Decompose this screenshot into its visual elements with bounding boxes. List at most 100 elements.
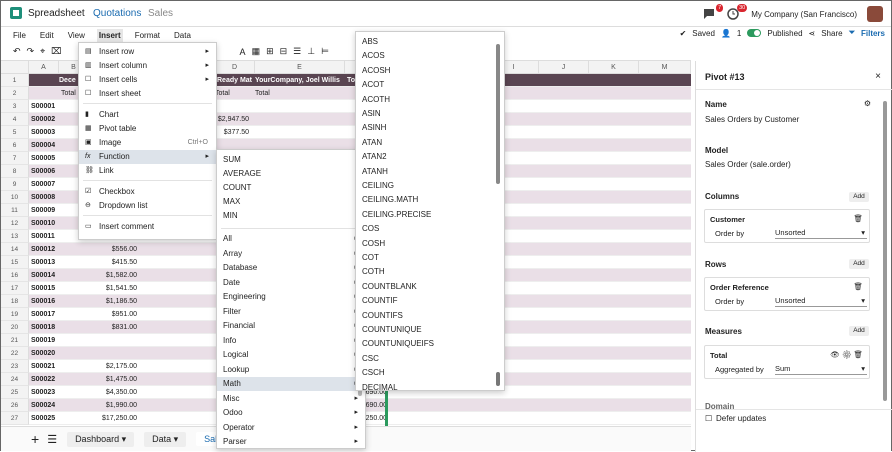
math-function-item[interactable]: ACOSH: [356, 64, 504, 78]
function-category-date[interactable]: Date▸: [217, 276, 365, 290]
function-category-misc[interactable]: Misc ▸: [217, 392, 365, 406]
function-category-parser[interactable]: Parser ▸: [217, 435, 365, 449]
row-header[interactable]: 4: [1, 113, 29, 126]
order-ref-cell[interactable]: S00024: [31, 399, 55, 412]
order-ref-cell[interactable]: S00021: [31, 360, 55, 373]
value-cell[interactable]: $1,186.50: [59, 295, 137, 308]
col-header-j[interactable]: J: [539, 61, 589, 74]
math-list-scroll-thumb[interactable]: [496, 372, 500, 386]
function-item[interactable]: MIN: [217, 209, 365, 223]
order-ref-cell[interactable]: S00001: [31, 100, 55, 113]
math-function-item[interactable]: ATAN2: [356, 150, 504, 164]
order-ref-cell[interactable]: S00017: [31, 308, 55, 321]
math-function-item[interactable]: CSCH: [356, 366, 504, 380]
math-function-item[interactable]: CEILING.MATH: [356, 193, 504, 207]
value-cell[interactable]: [59, 347, 137, 360]
paint-format-icon[interactable]: ⌖: [40, 46, 45, 57]
row-header[interactable]: 25: [1, 386, 29, 399]
menu-format[interactable]: Format: [133, 29, 162, 42]
trash-icon[interactable]: 🗑: [853, 214, 863, 223]
col-header-k[interactable]: K: [589, 61, 639, 74]
menu-item-image[interactable]: ▣ Image Ctrl+O: [79, 136, 216, 150]
row-header[interactable]: 5: [1, 126, 29, 139]
order-ref-cell[interactable]: S00022: [31, 373, 55, 386]
row-header[interactable]: 18: [1, 295, 29, 308]
value-cell[interactable]: 690.00: [363, 399, 387, 412]
function-category-math[interactable]: Math▸: [217, 377, 365, 391]
menu-item-pivot-table[interactable]: ▦ Pivot table: [79, 122, 216, 136]
math-function-item[interactable]: CEILING.PRECISE: [356, 208, 504, 222]
defer-checkbox[interactable]: ☐: [705, 414, 712, 423]
add-column-button[interactable]: Add: [849, 192, 869, 202]
order-ref-cell[interactable]: S00018: [31, 321, 55, 334]
function-item[interactable]: AVERAGE: [217, 167, 365, 181]
row-header[interactable]: 23: [1, 360, 29, 373]
order-ref-cell[interactable]: S00013: [31, 256, 55, 269]
function-category-all[interactable]: All▸: [217, 232, 365, 246]
col-header-a[interactable]: A: [29, 61, 59, 74]
value-cell[interactable]: $1,541.50: [59, 282, 137, 295]
tab-dashboard[interactable]: Dashboard ▾: [67, 431, 135, 447]
math-function-item[interactable]: CSC: [356, 352, 504, 366]
menu-file[interactable]: File: [11, 29, 28, 42]
row-header[interactable]: 7: [1, 152, 29, 165]
math-function-item[interactable]: COSH: [356, 237, 504, 251]
math-list-scrollbar[interactable]: [496, 44, 500, 184]
math-function-item[interactable]: ACOT: [356, 78, 504, 92]
menu-item-insert-cells[interactable]: ☐ Insert cells ▸: [79, 73, 216, 87]
order-ref-cell[interactable]: S00008: [31, 191, 55, 204]
row-header[interactable]: 13: [1, 230, 29, 243]
row-header[interactable]: 19: [1, 308, 29, 321]
menu-item-insert-sheet[interactable]: ☐ Insert sheet: [79, 87, 216, 101]
math-function-item[interactable]: ASIN: [356, 107, 504, 121]
menu-item-function[interactable]: fx Function ▸: [79, 150, 216, 164]
text-color-icon[interactable]: A: [240, 47, 246, 57]
pivot-name-value[interactable]: Sales Orders by Customer: [705, 115, 799, 124]
math-function-item[interactable]: COTH: [356, 265, 504, 279]
merge-icon[interactable]: ⊟: [280, 46, 288, 57]
header-cell[interactable]: Dece: [59, 74, 76, 87]
math-function-item[interactable]: ATAN: [356, 136, 504, 150]
function-category-engineering[interactable]: Engineering▸: [217, 290, 365, 304]
math-function-item[interactable]: COUNTBLANK: [356, 280, 504, 294]
value-cell[interactable]: $4,350.00: [59, 386, 137, 399]
row-header[interactable]: 9: [1, 178, 29, 191]
order-ref-cell[interactable]: S00023: [31, 386, 55, 399]
order-ref-cell[interactable]: S00011: [31, 230, 55, 243]
company-switcher[interactable]: My Company (San Francisco): [751, 10, 857, 19]
user-avatar[interactable]: [867, 6, 883, 22]
value-cell[interactable]: $2,947.50: [215, 113, 249, 126]
math-function-item[interactable]: ACOS: [356, 49, 504, 63]
math-function-item[interactable]: COS: [356, 222, 504, 236]
function-category-filter[interactable]: Filter▸: [217, 305, 365, 319]
add-sheet-icon[interactable]: +: [31, 431, 39, 447]
function-item[interactable]: SUM: [217, 153, 365, 167]
row-header[interactable]: 12: [1, 217, 29, 230]
value-cell[interactable]: $415.50: [59, 256, 137, 269]
share-button[interactable]: Share: [821, 29, 842, 38]
math-function-item[interactable]: ASINH: [356, 121, 504, 135]
function-category-lookup[interactable]: Lookup▸: [217, 363, 365, 377]
menu-insert[interactable]: Insert: [96, 28, 123, 42]
corner-cell[interactable]: [1, 61, 29, 74]
order-ref-cell[interactable]: S00025: [31, 412, 55, 425]
math-function-item[interactable]: ATANH: [356, 165, 504, 179]
value-cell[interactable]: $2,175.00: [59, 360, 137, 373]
subheader-cell[interactable]: Total: [215, 87, 230, 100]
row-header[interactable]: 3: [1, 100, 29, 113]
wrap-icon[interactable]: ⊨: [321, 46, 329, 57]
menu-edit[interactable]: Edit: [38, 29, 56, 42]
filters-button[interactable]: Filters: [861, 29, 885, 38]
function-item[interactable]: MAX: [217, 195, 365, 209]
menu-item-insert-row[interactable]: ▤ Insert row ▸: [79, 45, 216, 59]
math-function-item[interactable]: CEILING: [356, 179, 504, 193]
math-function-item[interactable]: COUNTIF: [356, 294, 504, 308]
add-row-button[interactable]: Add: [849, 259, 869, 269]
order-by-select[interactable]: Unsorted ▾: [775, 296, 867, 307]
value-cell[interactable]: $556.00: [59, 243, 137, 256]
valign-icon[interactable]: ⊥: [307, 46, 315, 57]
menu-item-checkbox[interactable]: ☑ Checkbox: [79, 185, 216, 199]
subheader-cell[interactable]: Total: [61, 87, 76, 100]
menu-item-insert-comment[interactable]: ▭ Insert comment: [79, 220, 216, 234]
breadcrumb-quotations[interactable]: Quotations: [93, 8, 141, 19]
